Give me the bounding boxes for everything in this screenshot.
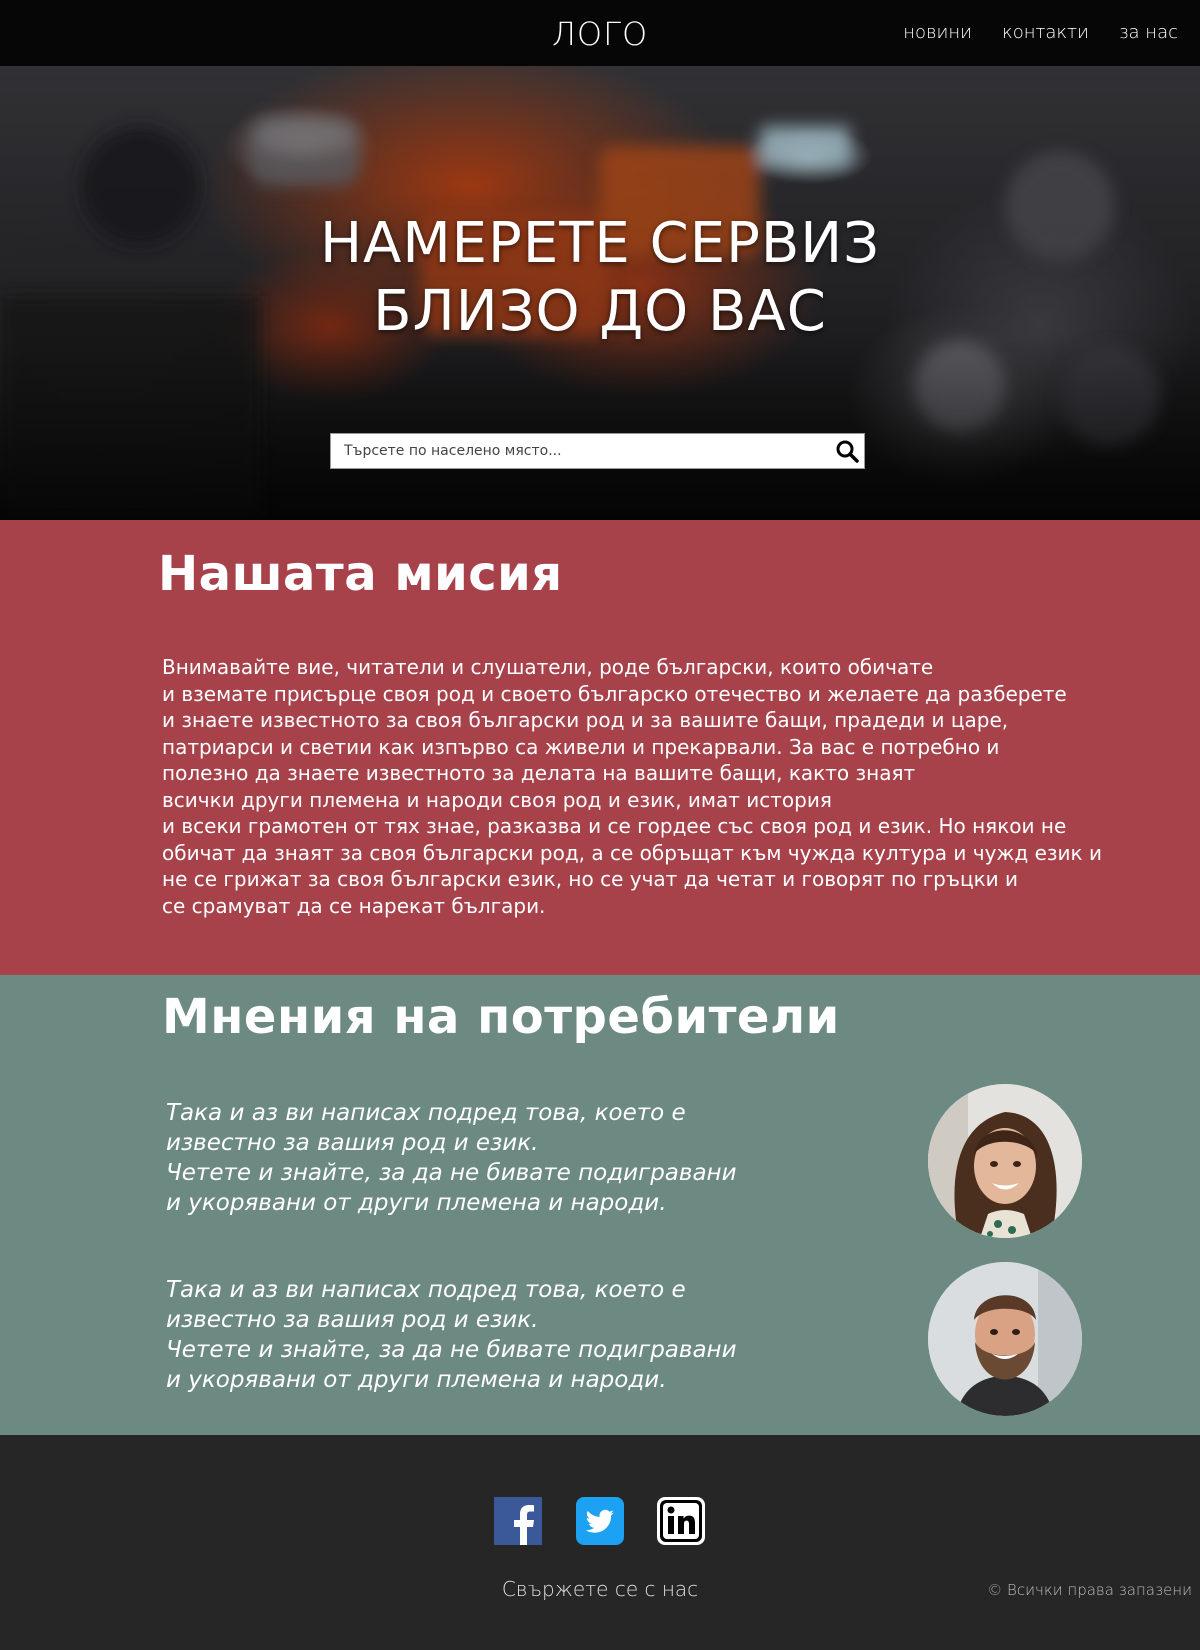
testimonial-line: известно за вашия род и език. (166, 1307, 539, 1333)
testimonial-line: Така и аз ви написах подред това, което … (166, 1100, 686, 1126)
mission-line: и вземате присърце своя род и своето бъл… (162, 681, 1067, 706)
footer: Свържете се с нас © Всички права запазен… (0, 1435, 1200, 1650)
mission-title: Нашата мисия (158, 546, 563, 602)
testimonial-line: известно за вашия род и език. (166, 1130, 539, 1156)
mission-line: всички други племена и народи своя род и… (162, 787, 832, 812)
mission-section: Нашата мисия Внимавайте вие, читатели и … (0, 520, 1200, 975)
twitter-icon[interactable] (576, 1497, 624, 1545)
mission-line: полезно да знаете известното за делата н… (162, 761, 916, 785)
mission-line: се срамуват да се нарекат българи. (162, 893, 546, 918)
hero-banner: НАМЕРЕТЕ СЕРВИЗ БЛИЗО ДО ВАС (0, 66, 1200, 520)
mission-line: и знаете известното за своя български ро… (162, 708, 1009, 732)
mission-line: не се грижат за своя български език, но … (162, 867, 1019, 891)
man-portrait-image (928, 1262, 1082, 1416)
mission-line: и всеки грамотен от тях знае, разказва и… (162, 814, 1067, 838)
hero-title-line: БЛИЗО ДО ВАС (373, 279, 827, 344)
woman-portrait-image (928, 1084, 1082, 1238)
man-avatar (928, 1262, 1082, 1416)
search-button[interactable] (834, 438, 860, 464)
testimonial-line: и укорявани от други племена и народи. (166, 1190, 667, 1216)
testimonial-line: Така и аз ви написах подред това, което … (166, 1277, 686, 1303)
top-navbar: ЛОГО новини контакти за нас (0, 0, 1200, 66)
testimonial-text: Така и аз ви написах подред това, което … (166, 1098, 816, 1218)
mission-text: Внимавайте вие, читатели и слушатели, ро… (162, 654, 1152, 919)
testimonial-line: и укорявани от други племена и народи. (166, 1367, 667, 1393)
main-nav: новини контакти за нас (903, 22, 1178, 43)
hero-title: НАМЕРЕТЕ СЕРВИЗ БЛИЗО ДО ВАС (0, 210, 1200, 346)
testimonials-section: Мнения на потребители Така и аз ви напис… (0, 975, 1200, 1435)
mission-line: патриарси и светии как изпърво са живели… (162, 734, 1000, 759)
nav-link-contacts[interactable]: контакти (1002, 22, 1089, 43)
hero-title-line: НАМЕРЕТЕ СЕРВИЗ (319, 211, 881, 276)
search-input[interactable] (331, 434, 821, 468)
testimonial-line: Четете и знайте, за да не бивате подигра… (166, 1160, 737, 1186)
linkedin-icon[interactable] (657, 1497, 705, 1545)
woman-avatar (928, 1084, 1082, 1238)
search-bar (330, 433, 865, 469)
facebook-icon[interactable] (494, 1497, 542, 1545)
mission-line: обичат да знаят за своя български род, а… (162, 840, 1102, 865)
copyright-text: © Всички права запазени (987, 1581, 1192, 1599)
testimonials-title: Мнения на потребители (162, 989, 840, 1045)
mission-line: Внимавайте вие, читатели и слушатели, ро… (162, 655, 934, 679)
nav-link-news[interactable]: новини (903, 22, 972, 43)
nav-link-about[interactable]: за нас (1119, 22, 1178, 43)
testimonial-text: Така и аз ви написах подред това, което … (166, 1275, 816, 1395)
search-icon (836, 440, 859, 463)
testimonial-line: Четете и знайте, за да не бивате подигра… (166, 1337, 737, 1363)
